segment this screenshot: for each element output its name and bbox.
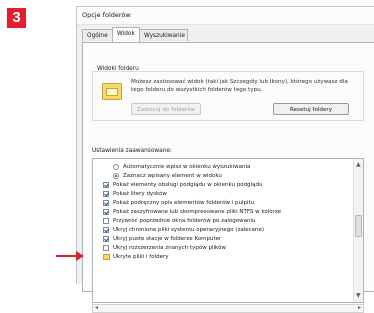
apply-to-folders-button[interactable]: Zastosuj do folderów: [131, 103, 201, 115]
item-label: Ukryj chronione pliki systemu operacyjne…: [113, 227, 265, 233]
tab-view[interactable]: Widok: [112, 27, 140, 42]
item-label: Ukryj rozszerzenia znanych typów plików: [113, 245, 226, 251]
step-number-badge: 3: [7, 8, 26, 28]
scroll-left-icon[interactable]: ◂: [95, 304, 98, 311]
radio-button[interactable]: [113, 164, 119, 170]
item-label: Automatycznie wpisz w okienku wyszukiwan…: [123, 164, 251, 170]
folder-views-description: Możesz zastosować widok (taki jak Szczeg…: [131, 79, 348, 93]
item-label: Przywróć poprzednie okna folderów po zal…: [113, 218, 256, 224]
item-label: Pokaż litery dysków: [113, 191, 167, 197]
scroll-up-icon[interactable]: ▲: [356, 161, 361, 169]
checkbox[interactable]: [103, 209, 109, 215]
folder-options-dialog: Opcje folderów Ogólne Widok Wyszukiwanie…: [76, 6, 374, 313]
item-label: Zaznacz wpisany element w widoku: [123, 173, 222, 179]
advanced-settings-label: Ustawienia zaawansowane:: [92, 148, 172, 154]
tab-general[interactable]: Ogólne: [82, 29, 113, 41]
scroll-down-icon[interactable]: ▼: [356, 292, 361, 300]
checkbox[interactable]: [103, 218, 109, 224]
checkbox[interactable]: [103, 182, 109, 188]
checkbox[interactable]: [103, 191, 109, 197]
item-label: Pokaż podręczny opis elementów folderów …: [113, 200, 255, 206]
checkbox[interactable]: [103, 200, 109, 206]
folder-icon: [102, 83, 122, 100]
item-label: Pokaż zaszyfrowane lub skompresowane pli…: [113, 209, 282, 215]
checkbox[interactable]: [103, 245, 109, 251]
view-tab-panel: Widoki folderu Możesz zastosować widok (…: [82, 42, 374, 313]
scroll-thumb[interactable]: [355, 215, 362, 237]
item-label: Ukryte pliki i foldery: [113, 254, 169, 260]
checkbox[interactable]: [103, 227, 109, 233]
vertical-scrollbar[interactable]: ▲ ▼: [353, 159, 363, 302]
checkbox[interactable]: [103, 236, 109, 242]
horizontal-scrollbar[interactable]: ◂ ▸: [92, 304, 364, 313]
pointer-arrow-icon: [56, 251, 84, 261]
scroll-right-icon[interactable]: ▸: [358, 304, 361, 311]
item-label: Ukryj puste stacje w folderze Komputer: [113, 236, 222, 242]
reset-folders-button[interactable]: Resetuj foldery: [273, 103, 349, 115]
radio-button[interactable]: [113, 173, 119, 179]
item-label: Pokaż elementy obsługi podglądu w okienk…: [113, 182, 263, 188]
folder-icon: [103, 254, 110, 260]
advanced-settings-list[interactable]: Automatycznie wpisz w okienku wyszukiwan…: [92, 158, 364, 303]
tab-search[interactable]: Wyszukiwanie: [139, 29, 188, 41]
dialog-title: Opcje folderów: [77, 7, 374, 25]
